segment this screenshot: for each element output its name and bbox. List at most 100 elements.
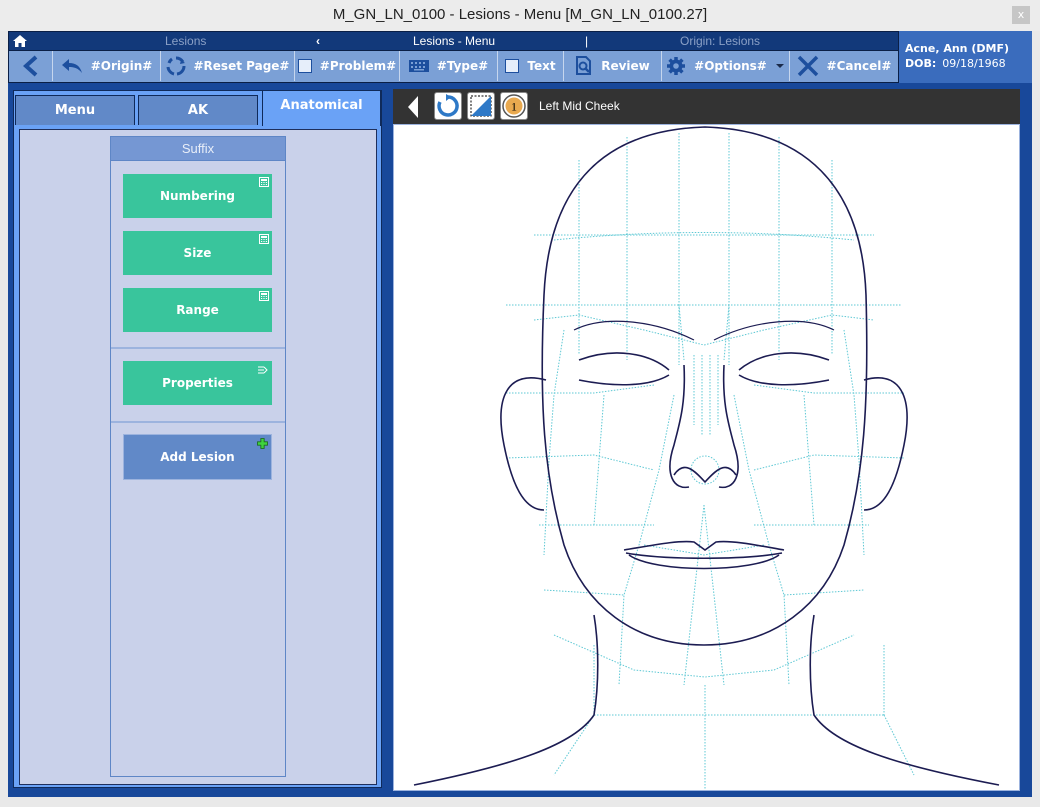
rotate-icon bbox=[437, 94, 459, 117]
add-lesion-button[interactable]: Add Lesion bbox=[123, 434, 272, 480]
right-eye-upper bbox=[738, 352, 830, 371]
suffix-panel: Suffix Numbering Size Range Properties A… bbox=[110, 136, 286, 777]
navigation-bar: Lesions ‹ Lesions - Menu | Origin: Lesio… bbox=[8, 31, 899, 51]
problem-label: #Problem# bbox=[319, 59, 397, 73]
triangle-select-icon bbox=[470, 95, 492, 117]
text-button[interactable]: Text bbox=[498, 51, 564, 81]
suffix-header: Suffix bbox=[111, 137, 285, 161]
app-window: Lesions ‹ Lesions - Menu | Origin: Lesio… bbox=[8, 31, 1032, 797]
type-button[interactable]: #Type# bbox=[400, 51, 498, 81]
divider bbox=[111, 421, 285, 423]
grid-line bbox=[678, 304, 730, 361]
window-title: M_GN_LN_0100 - Lesions - Menu [M_GN_LN_0… bbox=[332, 6, 708, 23]
cancel-button[interactable]: #Cancel# bbox=[790, 51, 898, 81]
neck-right bbox=[809, 614, 1000, 786]
properties-button[interactable]: Properties bbox=[123, 361, 272, 405]
grid-line bbox=[693, 355, 719, 435]
arrow-right-lines-icon bbox=[258, 366, 268, 374]
text-label: Text bbox=[527, 59, 556, 73]
close-x-icon bbox=[797, 55, 818, 77]
range-button[interactable]: Range bbox=[123, 288, 272, 332]
grid-line bbox=[505, 454, 905, 471]
upper-lip bbox=[623, 540, 785, 551]
properties-label: Properties bbox=[162, 376, 233, 390]
collapse-left-icon[interactable] bbox=[407, 96, 419, 118]
rotate-view-button[interactable] bbox=[434, 92, 462, 120]
number-badge-icon: 1 bbox=[502, 94, 526, 118]
tab-anatomical[interactable]: Anatomical bbox=[262, 90, 381, 126]
cancel-label: #Cancel# bbox=[826, 59, 892, 73]
numbering-label: Numbering bbox=[160, 189, 235, 203]
neck-left bbox=[413, 614, 599, 786]
nav-back-chevron[interactable]: ‹ bbox=[316, 34, 320, 48]
divider bbox=[111, 347, 285, 349]
mouth-line bbox=[625, 552, 783, 560]
back-button[interactable] bbox=[9, 51, 53, 81]
left-eye-lower bbox=[578, 374, 670, 386]
problem-checkbox-icon bbox=[297, 59, 312, 73]
grid-line bbox=[543, 589, 865, 596]
problem-button[interactable]: #Problem# bbox=[295, 51, 400, 81]
size-button[interactable]: Size bbox=[123, 231, 272, 275]
tab-menu[interactable]: Menu bbox=[15, 95, 135, 125]
size-label: Size bbox=[183, 246, 212, 260]
reset-page-button[interactable]: #Reset Page# bbox=[161, 51, 295, 81]
tab-ak[interactable]: AK bbox=[138, 95, 258, 125]
anatomical-grid bbox=[505, 133, 915, 790]
grid-line bbox=[533, 314, 875, 346]
lesion-count-button[interactable]: 1 bbox=[500, 92, 528, 120]
viewer-toolbar: 1 Left Mid Cheek bbox=[393, 89, 1020, 124]
badge-number: 1 bbox=[511, 100, 517, 114]
left-panel: Menu AK Anatomical Suffix Numbering Size… bbox=[13, 90, 382, 788]
type-label: #Type# bbox=[436, 59, 489, 73]
origin-label: #Origin# bbox=[90, 59, 153, 73]
dob-label: DOB: bbox=[905, 57, 937, 70]
grid-line bbox=[543, 329, 865, 556]
calculator-icon bbox=[259, 234, 269, 244]
review-label: Review bbox=[601, 59, 650, 73]
tab-content: Suffix Numbering Size Range Properties A… bbox=[19, 129, 377, 785]
left-brow bbox=[573, 320, 695, 341]
home-icon[interactable] bbox=[12, 33, 28, 49]
review-button[interactable]: Review bbox=[564, 51, 662, 81]
toolbar: #Origin# #Reset Page# #Problem# #Type# T… bbox=[8, 51, 899, 83]
options-button[interactable]: #Options# bbox=[662, 51, 790, 81]
grid-line bbox=[553, 645, 915, 790]
green-plus-icon bbox=[257, 438, 268, 449]
selection-mode-button[interactable] bbox=[467, 92, 495, 120]
range-label: Range bbox=[176, 303, 219, 317]
nav-current-page-label: Lesions - Menu bbox=[413, 34, 496, 48]
grid-line bbox=[578, 160, 833, 355]
face-diagram-canvas[interactable] bbox=[393, 124, 1020, 791]
add-lesion-label: Add Lesion bbox=[160, 450, 235, 464]
head-outline bbox=[541, 126, 868, 646]
left-eye-upper bbox=[578, 352, 670, 371]
grid-circle bbox=[690, 455, 720, 485]
right-eye-lower bbox=[738, 374, 830, 386]
close-window-button[interactable]: x bbox=[1012, 6, 1030, 24]
grid-line bbox=[618, 394, 790, 686]
dropdown-arrow-icon[interactable] bbox=[775, 63, 785, 69]
undo-arrow-icon bbox=[61, 59, 82, 73]
gear-icon bbox=[667, 57, 686, 75]
grid-line bbox=[626, 133, 780, 365]
right-ear bbox=[863, 377, 908, 511]
reset-page-label: #Reset Page# bbox=[193, 59, 290, 73]
anatomy-viewer: 1 Left Mid Cheek bbox=[393, 89, 1020, 791]
numbering-button[interactable]: Numbering bbox=[123, 174, 272, 218]
document-search-icon bbox=[576, 56, 592, 75]
origin-button[interactable]: #Origin# bbox=[53, 51, 161, 81]
calculator-icon bbox=[259, 177, 269, 187]
patient-name: Acne, Ann (DMF) bbox=[905, 42, 1009, 55]
dob-value: 09/18/1968 bbox=[942, 57, 1006, 70]
nav-prev-page-label[interactable]: Lesions bbox=[165, 34, 206, 48]
face-diagram[interactable] bbox=[394, 125, 1019, 790]
patient-info: Acne, Ann (DMF) DOB: 09/18/1968 bbox=[899, 31, 1032, 83]
grid-line bbox=[553, 232, 855, 241]
right-brow bbox=[713, 320, 835, 341]
title-bar: M_GN_LN_0100 - Lesions - Menu [M_GN_LN_0… bbox=[0, 0, 1040, 31]
left-ear bbox=[500, 377, 547, 511]
selected-location: Left Mid Cheek bbox=[539, 99, 620, 113]
calculator-icon bbox=[259, 291, 269, 301]
nostrils bbox=[673, 466, 737, 484]
